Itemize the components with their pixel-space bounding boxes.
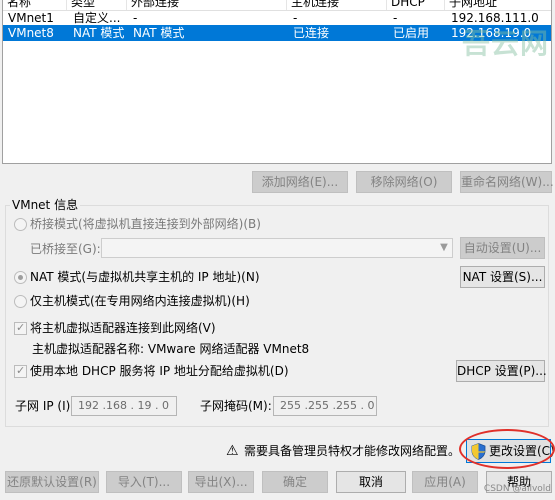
bridged-mode-radio[interactable] xyxy=(14,218,27,231)
cell-dhcp: - xyxy=(393,11,398,25)
nat-mode-label: NAT 模式(与虚拟机共享主机的 IP 地址)(N) xyxy=(30,270,260,284)
chevron-down-icon: ▼ xyxy=(440,242,448,253)
subnet-mask-input[interactable]: 255 .255 .255 . 0 xyxy=(273,396,377,416)
watermark-logo: 吾云网 xyxy=(461,27,549,60)
vmnet-info-title: VMnet 信息 xyxy=(10,197,81,213)
adapter-name-label: 主机虚拟适配器名称: VMware 网络适配器 VMnet8 xyxy=(32,342,310,356)
highlight-circle xyxy=(459,429,555,469)
import-button[interactable]: 导入(T)... xyxy=(106,471,182,493)
connect-adapter-checkbox[interactable] xyxy=(14,321,27,335)
nat-mode-radio[interactable] xyxy=(14,271,27,284)
warning-icon: ⚠ xyxy=(226,443,239,459)
column-header-name[interactable]: 名称 xyxy=(3,0,67,10)
dhcp-settings-button[interactable]: DHCP 设置(P)... xyxy=(456,360,547,382)
local-dhcp-label: 使用本地 DHCP 服务将 IP 地址分配给虚拟机(D) xyxy=(30,364,289,378)
column-header-dhcp[interactable]: DHCP xyxy=(387,0,445,10)
subnet-mask-label: 子网掩码(M): xyxy=(200,399,272,413)
connect-adapter-label: 将主机虚拟适配器连接到此网络(V) xyxy=(30,321,216,335)
subnet-ip-label: 子网 IP (I): xyxy=(15,399,75,413)
bridged-mode-label: 桥接模式(将虚拟机直接连接到外部网络)(B) xyxy=(30,217,261,231)
cell-host: 已连接 xyxy=(293,26,330,40)
column-header-host[interactable]: 主机连接 xyxy=(287,0,387,10)
ok-button[interactable]: 确定 xyxy=(262,471,328,493)
local-dhcp-checkbox[interactable] xyxy=(14,364,27,378)
auto-settings-button[interactable]: 自动设置(U)... xyxy=(460,237,545,259)
host-only-label: 仅主机模式(在专用网络内连接虚拟机)(H) xyxy=(30,294,250,308)
cancel-button[interactable]: 取消 xyxy=(336,471,406,493)
column-header-subnet[interactable]: 子网地址 xyxy=(445,0,551,10)
remove-network-button[interactable]: 移除网络(O) xyxy=(356,171,452,193)
cell-dhcp: 已启用 xyxy=(393,26,430,40)
rename-network-button[interactable]: 重命名网络(W)... xyxy=(460,171,554,193)
cell-external: - xyxy=(133,11,138,25)
subnet-ip-input[interactable]: 192 .168 . 19 . 0 xyxy=(71,396,177,416)
add-network-button[interactable]: 添加网络(E)... xyxy=(252,171,348,193)
cell-name: VMnet8 xyxy=(8,26,54,40)
admin-notice-text: 需要具备管理员特权才能修改网络配置。 xyxy=(244,444,461,458)
column-header-type[interactable]: 类型 xyxy=(67,0,127,10)
restore-defaults-button[interactable]: 还原默认设置(R) xyxy=(5,471,99,493)
apply-button[interactable]: 应用(A) xyxy=(412,471,478,493)
host-only-radio[interactable] xyxy=(14,295,27,308)
export-button[interactable]: 导出(X)... xyxy=(188,471,254,493)
cell-type: 自定义... xyxy=(73,11,121,25)
cell-external: NAT 模式 xyxy=(133,26,185,40)
bridged-to-label: 已桥接至(G): xyxy=(30,242,101,256)
bridged-to-select[interactable]: ▼ xyxy=(101,238,453,258)
cell-host: - xyxy=(293,11,298,25)
cell-name: VMnet1 xyxy=(8,11,54,25)
column-header-external[interactable]: 外部连接 xyxy=(127,0,287,10)
cell-type: NAT 模式 xyxy=(73,26,125,40)
nat-settings-button[interactable]: NAT 设置(S)... xyxy=(460,266,545,288)
source-credit: CSDN @allvold xyxy=(483,484,551,494)
